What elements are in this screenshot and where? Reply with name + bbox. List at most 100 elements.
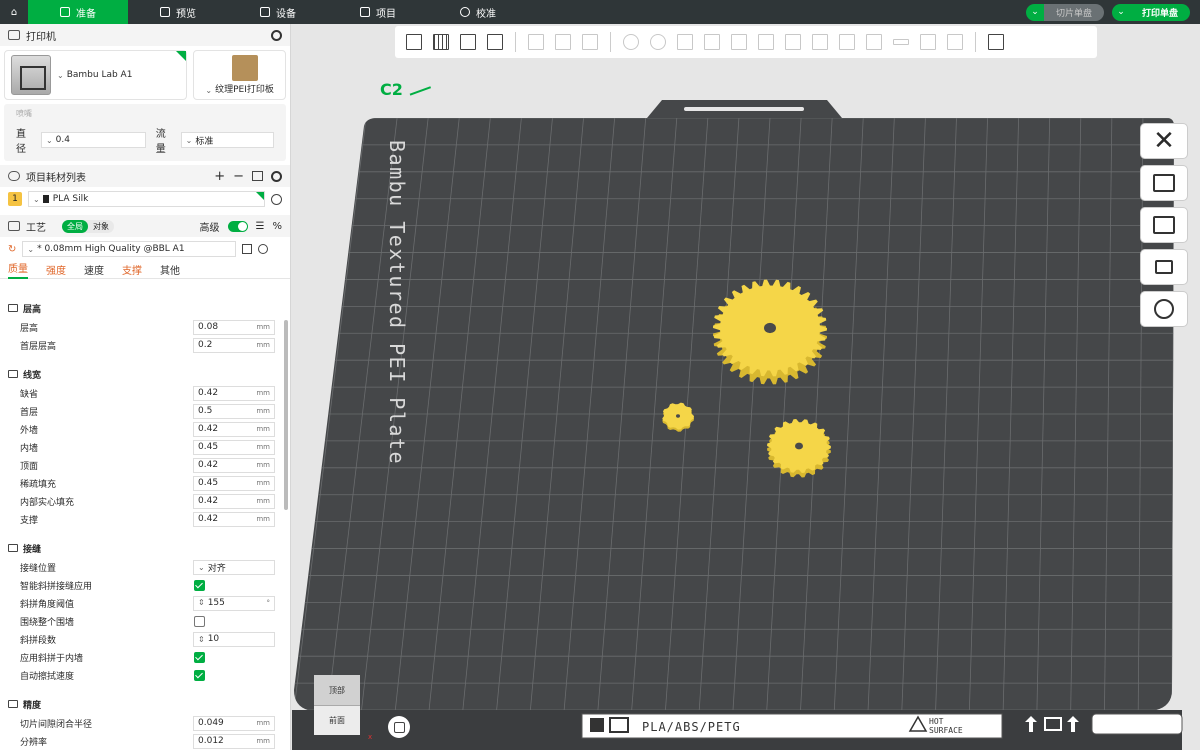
fit-button[interactable]: [944, 31, 966, 53]
params-scrollbar[interactable]: [284, 320, 288, 510]
layers-button[interactable]: [579, 31, 601, 53]
tab-project[interactable]: 项目: [328, 0, 428, 24]
spinner-icon[interactable]: ⇕: [198, 635, 205, 644]
tab-others[interactable]: 其他: [160, 262, 180, 277]
paint-bucket-icon: [866, 34, 882, 50]
3d-viewport[interactable]: Bambu Textured PEI Plate PLA/ABS/PETG HO…: [292, 60, 1200, 750]
move-button[interactable]: [620, 31, 642, 53]
view-cube-top[interactable]: 顶部: [314, 675, 360, 705]
param-input[interactable]: 0.2 mm: [193, 337, 275, 353]
tab-quality[interactable]: 质量: [8, 260, 28, 279]
tab-calibration[interactable]: 校准: [428, 0, 528, 24]
gear-icon[interactable]: [271, 170, 282, 182]
build-plate-canvas[interactable]: Bambu Textured PEI Plate PLA/ABS/PETG HO…: [292, 60, 1200, 750]
view-cube[interactable]: 顶部 前面: [314, 675, 360, 735]
filament-select[interactable]: ⌄ PLA Silk: [28, 191, 265, 207]
diameter-select[interactable]: ⌄ 0.4: [40, 132, 146, 148]
plate-select[interactable]: ⌄ 纹理PEI打印板: [193, 50, 286, 100]
plate-settings-button[interactable]: [1140, 207, 1188, 243]
color-paint-button[interactable]: [863, 31, 885, 53]
plate-name[interactable]: C2: [380, 80, 431, 99]
smart-scarf-checkbox[interactable]: [194, 579, 205, 591]
add-object-button[interactable]: [403, 31, 425, 53]
explode-button[interactable]: [985, 31, 1007, 53]
compare-icon[interactable]: %: [272, 221, 282, 232]
scope-switch[interactable]: 全局 对象: [62, 219, 114, 233]
param-input[interactable]: 0.42 mm: [193, 493, 275, 509]
chevron-down-icon[interactable]: ⌄: [1111, 3, 1130, 21]
grid-icon: [433, 34, 449, 50]
param-input[interactable]: 0.42 mm: [193, 385, 275, 401]
inner-scarf-checkbox[interactable]: [194, 651, 205, 663]
print-plate-button[interactable]: ⌄ 打印单盘: [1111, 3, 1190, 21]
scale-button[interactable]: [674, 31, 696, 53]
chevron-down-icon[interactable]: ⌄: [1025, 3, 1044, 21]
lock-plate-button[interactable]: [1140, 249, 1188, 285]
tab-strength[interactable]: 强度: [46, 262, 66, 277]
auto-orient-button[interactable]: [457, 31, 479, 53]
seam-position-select[interactable]: ⌄ 对齐: [193, 559, 275, 575]
edit-pencil-icon[interactable]: [408, 83, 431, 96]
printer-icon: [8, 30, 20, 40]
scarf-angle-spinner[interactable]: ⇕ 155 °: [193, 595, 275, 611]
measure-button[interactable]: [890, 31, 912, 53]
plate-param-button[interactable]: [1140, 291, 1188, 327]
scarf-steps-spinner[interactable]: ⇕ 10: [193, 631, 275, 647]
flow-select[interactable]: ⌄ 标准: [180, 132, 275, 148]
param-row: 内部实心填充 0.42 mm: [0, 492, 283, 510]
gear-icon[interactable]: [271, 29, 282, 41]
tab-preview[interactable]: 预览: [128, 0, 228, 24]
param-input[interactable]: 0.45 mm: [193, 475, 275, 491]
save-icon[interactable]: [242, 244, 253, 254]
gear-hole-0: [764, 322, 776, 334]
remove-filament-icon[interactable]: [271, 193, 282, 205]
cut-button[interactable]: [728, 31, 750, 53]
remove-icon[interactable]: −: [233, 169, 244, 184]
param-row: 顶面 0.42 mm: [0, 456, 283, 474]
paste-button[interactable]: [552, 31, 574, 53]
arrange-button[interactable]: [484, 31, 506, 53]
text-button[interactable]: [836, 31, 858, 53]
param-row: 应用斜拼于内墙: [0, 648, 283, 666]
param-input[interactable]: 0.42 mm: [193, 457, 275, 473]
preset-row: ↻ ⌄ * 0.08mm High Quality @BBL A1: [0, 237, 290, 261]
assembly-button[interactable]: [917, 31, 939, 53]
tab-device[interactable]: 设备: [228, 0, 328, 24]
add-icon[interactable]: +: [214, 169, 225, 184]
tab-support[interactable]: 支撑: [122, 262, 142, 277]
top-bar: ⌂ 准备 预览 设备 项目 校准 ⌄ 切片单盘 ⌄ 打印单盘: [0, 0, 1200, 24]
lay-on-face-button[interactable]: [701, 31, 723, 53]
param-input[interactable]: 0.45 mm: [193, 439, 275, 455]
spinner-icon[interactable]: ⇕: [198, 598, 205, 607]
tab-prepare[interactable]: 准备: [28, 0, 128, 24]
auto-arrange-plate-button[interactable]: [1140, 165, 1188, 201]
param-input[interactable]: 0.42 mm: [193, 511, 275, 527]
param-input[interactable]: 0.049 mm: [193, 715, 275, 731]
add-plate-button[interactable]: [430, 31, 452, 53]
preset-select[interactable]: ⌄ * 0.08mm High Quality @BBL A1: [22, 241, 237, 257]
view-cube-front[interactable]: 前面: [314, 705, 360, 735]
advanced-toggle[interactable]: [227, 220, 248, 232]
reset-icon[interactable]: ↻: [8, 244, 16, 255]
seam-paint-button[interactable]: [809, 31, 831, 53]
param-input[interactable]: 0.42 mm: [193, 421, 275, 437]
printer-select[interactable]: ⌄ Bambu Lab A1: [4, 50, 188, 100]
delete-plate-button[interactable]: ✕: [1140, 123, 1188, 159]
param-input[interactable]: 0.012 mm: [193, 733, 275, 749]
camera-view-button[interactable]: [388, 716, 410, 738]
sync-icon[interactable]: [252, 171, 263, 181]
slice-plate-button[interactable]: ⌄ 切片单盘: [1025, 3, 1104, 21]
support-paint-button[interactable]: [782, 31, 804, 53]
copy-button[interactable]: [525, 31, 547, 53]
plate-handle-slot: [684, 107, 804, 111]
whole-wall-checkbox[interactable]: [194, 615, 205, 627]
boolean-button[interactable]: [755, 31, 777, 53]
tab-speed[interactable]: 速度: [84, 262, 104, 277]
rotate-button[interactable]: [647, 31, 669, 53]
search-icon[interactable]: [258, 244, 269, 254]
param-input[interactable]: 0.08 mm: [193, 319, 275, 335]
wipe-speed-checkbox[interactable]: [194, 669, 205, 681]
param-input[interactable]: 0.5 mm: [193, 403, 275, 419]
home-button[interactable]: ⌂: [0, 0, 28, 24]
list-icon[interactable]: ☰: [256, 221, 265, 232]
